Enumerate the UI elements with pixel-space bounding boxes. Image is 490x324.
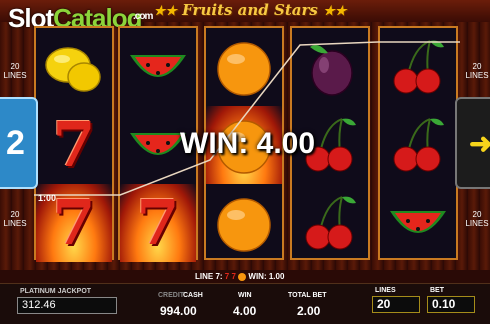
cash-label: CASH [183,292,203,299]
line-info-win: WIN: 1.00 [248,272,285,281]
line-info: LINE 7: 7 7 WIN: 1.00 [195,272,284,281]
bet-label: BET [430,287,444,294]
bet-selector[interactable]: 0.10 [427,296,475,313]
total-bet-label: TOTAL BET [288,292,327,299]
lines-value: 20 [377,297,391,311]
jackpot-label: PLATINUM JACKPOT [20,288,92,295]
control-panel: PLATINUM JACKPOT 312.46 CREDIT CASH 994.… [0,283,490,324]
lines-minus-button[interactable]: 2 [0,97,38,189]
line-info-symbols: 7 7 [224,272,236,281]
win-value: 4.00 [233,304,257,318]
arrow-right-icon: ➜ [469,128,490,159]
lines-selector[interactable]: 20 [372,296,420,313]
jackpot-box: 312.46 [17,297,117,314]
cash-value: 994.00 [160,304,197,318]
lines-label: LINES [375,287,396,294]
line-info-line: LINE 7: [195,272,223,281]
spin-button[interactable]: ➜ [455,97,490,189]
win-amount-text: WIN: 4.00 [180,127,316,160]
line-win-small: 1:00 [38,193,57,203]
total-bet-value: 2.00 [297,304,321,318]
credit-label: CREDIT [158,292,185,299]
nav-left-label: 2 [6,124,25,162]
bet-value: 0.10 [432,297,456,311]
win-label: WIN [238,292,252,299]
orange-icon [238,272,247,281]
jackpot-value: 312.46 [22,299,56,311]
